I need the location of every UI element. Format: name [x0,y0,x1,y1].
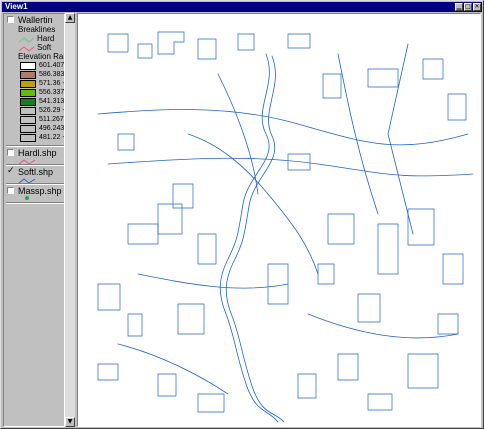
building-outline [127,223,159,245]
minimize-button[interactable]: ▁ [455,3,463,11]
road-line [387,43,414,235]
road-line [307,313,459,339]
road-line [117,343,229,395]
elevation-class-label: 496.243 - [39,125,65,132]
toc-scrollbar[interactable]: ▲ ▼ [65,13,75,427]
building-outline [267,263,289,305]
building-outline [197,233,217,265]
theme-label-softl: Softl.shp [18,167,54,177]
hard-breakline-symbol [19,37,35,43]
theme-softl[interactable]: ✓ Softl.shp [4,167,64,184]
building-outline [377,223,399,275]
building-outline [197,38,217,60]
scroll-down-arrow-icon[interactable]: ▼ [65,417,75,427]
soft-label: Soft [37,43,52,52]
building-outline [447,93,467,121]
building-outline [322,73,342,99]
elevation-swatch [20,107,36,115]
map-canvas[interactable] [77,13,481,427]
elevation-swatch [20,134,36,142]
title-bar[interactable]: View1 ▁ □ ✕ [2,2,482,12]
elevation-swatch [20,125,36,133]
building-outline [327,213,355,245]
building-outline [407,353,439,389]
elevation-class-label: 601.407 - [39,62,65,69]
building-outline [97,283,121,311]
building-outline [127,313,143,337]
building-outline [337,353,359,381]
elevation-class-label: 511.267 - [39,116,64,123]
building-outline [367,393,393,411]
building-outline [442,253,464,285]
building-outline [117,133,135,151]
building-outline [197,393,225,413]
building-outline [237,33,255,51]
elevation-swatch [20,89,36,97]
road-line [107,157,474,177]
building-outline [157,203,183,235]
building-outline [407,208,435,246]
building-outline [317,263,335,285]
building-outline [97,363,119,381]
theme-divider [6,183,64,185]
elevation-swatch [20,62,36,70]
building-outline [287,33,311,49]
elevation-class-label: 571.36 - 5 [39,80,65,87]
building-outline [177,303,205,335]
theme-checkbox-hardl[interactable] [7,149,14,156]
building-outline [422,58,444,80]
table-of-contents: Wallertin Breaklines Hard Soft Elevation… [3,13,65,427]
road-line [337,53,379,215]
building-outline [157,373,177,397]
road-line [97,109,469,146]
mass-point-symbol [25,196,29,200]
theme-checkbox-massp[interactable] [7,187,14,194]
maximize-button[interactable]: □ [464,3,472,11]
theme-massp[interactable]: Massp.shp [4,186,64,200]
building-outline [137,43,153,59]
river-line [187,133,319,275]
road-line [137,273,289,289]
elevation-swatch [20,80,36,88]
theme-hardl[interactable]: Hardl.shp [4,148,64,165]
hard-label: Hard [37,34,55,43]
theme-divider [6,164,64,166]
elevation-range-title: Elevation Rang [18,52,64,61]
elevation-swatch [20,116,36,124]
view-window: View1 ▁ □ ✕ Wallertin Breaklines Hard So… [0,0,484,429]
theme-divider [6,202,64,204]
elevation-swatch [20,71,36,79]
window-title: View1 [5,2,28,11]
elevation-class-label: 586.383 - [39,71,65,78]
elevation-class-label: 526.29 - 5 [39,107,65,114]
building-outline [357,293,381,323]
map-linework [97,31,474,423]
building-outline [107,33,129,53]
close-button[interactable]: ✕ [473,3,481,11]
theme-divider [6,145,64,147]
elevation-class-label: 481.22 - 4 [39,134,65,141]
theme-wallertin[interactable]: Wallertin Breaklines Hard Soft Elevation… [4,15,64,142]
theme-checkbox-softl[interactable]: ✓ [7,167,15,176]
building-outline [157,31,185,55]
elevation-class-label: 541.313 - [39,98,65,105]
theme-checkbox-wallertin[interactable] [7,16,14,23]
theme-label-hardl: Hardl.shp [18,148,57,158]
elevation-class-label: 556.337 - [39,89,65,96]
building-outline [297,373,317,399]
theme-label-wallertin: Wallertin [18,15,53,25]
scroll-up-arrow-icon[interactable]: ▲ [65,13,75,23]
building-outline [172,183,194,209]
elevation-swatch [20,98,36,106]
breaklines-title: Breaklines [18,25,56,34]
building-outline [367,68,399,88]
building-outline [437,313,459,335]
